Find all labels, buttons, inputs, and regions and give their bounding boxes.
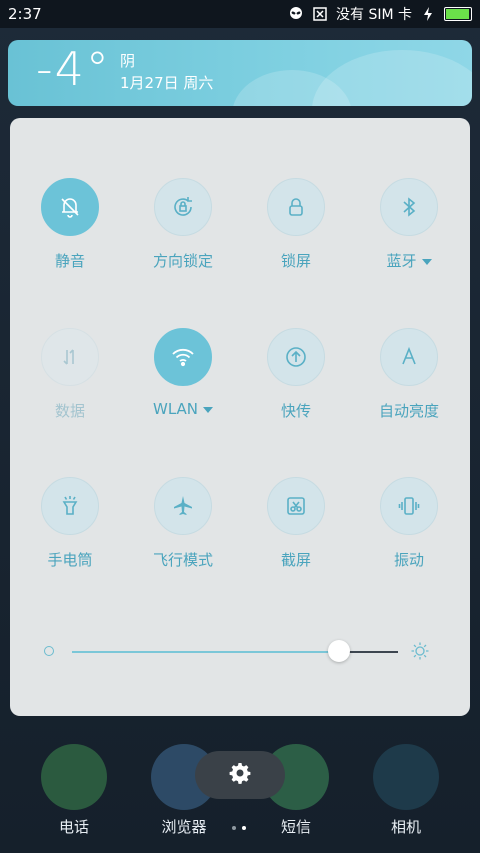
chevron-down-icon[interactable] bbox=[203, 406, 213, 413]
tile-label: 蓝牙 bbox=[386, 252, 417, 270]
tile-screenshot[interactable]: 截屏 bbox=[241, 477, 351, 570]
weather-temperature: -4° bbox=[36, 42, 111, 96]
tile-label: 截屏 bbox=[280, 551, 311, 569]
slider-fill bbox=[72, 651, 340, 653]
charging-icon bbox=[420, 6, 436, 22]
brightness-low-icon bbox=[44, 646, 54, 656]
tile-flashlight[interactable]: 手电筒 bbox=[15, 477, 125, 570]
data-arrows-icon bbox=[41, 328, 99, 386]
tile-rotation-lock[interactable]: 方向锁定 bbox=[128, 178, 238, 271]
rotation-lock-icon bbox=[154, 178, 212, 236]
tile-label: 静音 bbox=[54, 252, 85, 270]
page-dot bbox=[232, 826, 236, 830]
tile-label: 锁屏 bbox=[280, 252, 311, 270]
tile-label: 飞行模式 bbox=[152, 551, 213, 569]
alien-icon bbox=[288, 6, 304, 22]
tile-airplane[interactable]: 飞行模式 bbox=[128, 477, 238, 570]
upload-icon bbox=[267, 328, 325, 386]
tile-label: 振动 bbox=[393, 551, 424, 569]
sim-x-icon bbox=[312, 6, 328, 22]
tile-quick-transfer[interactable]: 快传 bbox=[241, 328, 351, 421]
bell-off-icon bbox=[41, 178, 99, 236]
airplane-icon bbox=[154, 477, 212, 535]
status-bar: 2:37 没有 SIM 卡 bbox=[0, 0, 480, 28]
wifi-icon bbox=[154, 328, 212, 386]
tile-label: 方向锁定 bbox=[152, 252, 213, 270]
brightness-high-icon bbox=[410, 641, 430, 665]
weather-date: 1月27日 周六 bbox=[120, 74, 214, 92]
dock-label-browser: 浏览器 bbox=[161, 818, 207, 836]
camera-app-icon[interactable] bbox=[373, 744, 439, 810]
tile-label: 快传 bbox=[280, 402, 311, 420]
page-indicator bbox=[232, 826, 246, 830]
dock-label-phone: 电话 bbox=[58, 818, 89, 836]
gear-icon bbox=[228, 761, 252, 789]
flashlight-icon bbox=[41, 477, 99, 535]
phone-app-icon[interactable] bbox=[41, 744, 107, 810]
tile-label: 自动亮度 bbox=[378, 402, 439, 420]
weather-condition: 阴 bbox=[120, 52, 136, 70]
page-dot bbox=[242, 826, 246, 830]
quick-settings-panel: 静音 方向锁定 锁屏 蓝牙 数据 WLAN 快传 自动亮度 手电筒 飞行模式 截… bbox=[10, 118, 470, 716]
chevron-down-icon[interactable] bbox=[421, 258, 432, 265]
dock-label-messages: 短信 bbox=[280, 818, 311, 836]
tile-label: WLAN bbox=[152, 400, 198, 418]
settings-button[interactable] bbox=[195, 751, 285, 799]
tile-vibrate[interactable]: 振动 bbox=[354, 477, 464, 570]
vibrate-icon bbox=[380, 477, 438, 535]
tile-label: 数据 bbox=[54, 402, 85, 420]
tile-label: 手电筒 bbox=[47, 551, 93, 569]
weather-card[interactable]: -4° 阴 1月27日 周六 bbox=[8, 40, 472, 106]
brightness-slider[interactable] bbox=[44, 638, 436, 668]
letter-a-icon bbox=[380, 328, 438, 386]
sim-status-text: 没有 SIM 卡 bbox=[336, 7, 412, 23]
tile-lock-screen[interactable]: 锁屏 bbox=[241, 178, 351, 271]
dock-label-camera: 相机 bbox=[390, 818, 421, 836]
tile-bluetooth[interactable]: 蓝牙 bbox=[354, 178, 464, 271]
tile-wlan[interactable]: WLAN bbox=[128, 328, 238, 418]
tile-mute[interactable]: 静音 bbox=[15, 178, 125, 271]
scissors-icon bbox=[267, 477, 325, 535]
slider-thumb[interactable] bbox=[328, 640, 351, 662]
lock-icon bbox=[267, 178, 325, 236]
battery-icon bbox=[444, 7, 472, 21]
tile-auto-brightness[interactable]: 自动亮度 bbox=[354, 328, 464, 421]
bluetooth-icon bbox=[380, 178, 438, 236]
tile-data[interactable]: 数据 bbox=[15, 328, 125, 421]
status-time: 2:37 bbox=[8, 5, 42, 23]
